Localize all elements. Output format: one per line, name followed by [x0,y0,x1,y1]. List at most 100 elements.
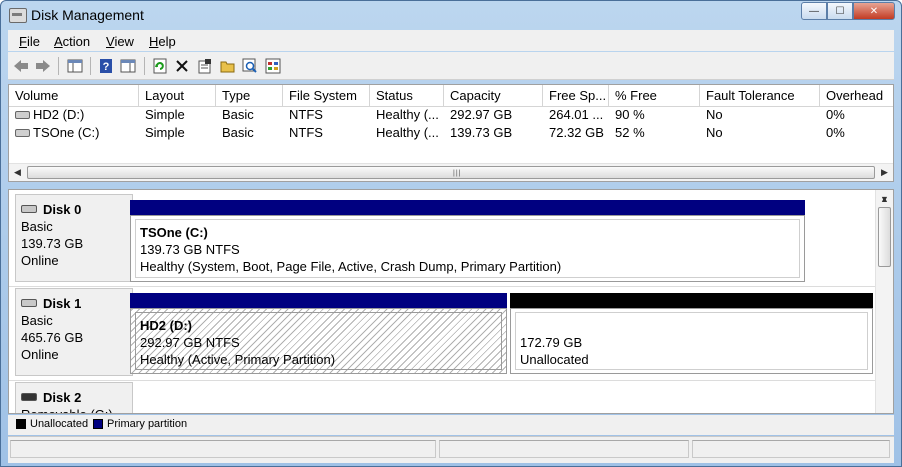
close-button[interactable]: ✕ [853,2,895,20]
legend: Unallocated Primary partition [8,415,894,435]
horizontal-scroll-thumb[interactable]: ||| [27,166,875,179]
column-header-percent-free[interactable]: % Free [609,85,700,106]
show-hide-console-tree-icon [67,59,83,73]
partition-size: 292.97 GB NTFS [140,335,240,350]
disk-size: 139.73 GB [21,236,84,251]
menu-file[interactable]: File [19,34,40,49]
overhead-cell: 0% [826,107,845,122]
title-bar[interactable]: Disk Management — ☐ ✕ [1,1,901,29]
disk-state: Online [21,253,59,268]
layout-cell: Simple [145,107,185,122]
properties-pane-button[interactable] [119,57,137,75]
menu-file-accel: F [19,34,27,49]
disk-type: Basic [21,313,53,328]
disk-icon [21,204,37,213]
scroll-right-icon: ▶ [881,167,888,177]
file-system-cell: NTFS [289,125,323,140]
volume-cell: HD2 (D:) [9,106,139,124]
partition-size: 139.73 GB NTFS [140,242,240,257]
legend-swatch-unallocated [16,419,26,429]
svg-text:?: ? [103,61,110,73]
partition-status: Unallocated [520,352,589,367]
status-section [10,440,436,458]
toolbar: ? [8,52,894,80]
partition-content: TSOne (C:) 139.73 GB NTFS Healthy (Syste… [135,219,800,278]
column-header-overhead[interactable]: Overhead [820,85,893,106]
scroll-down-icon: ▼ [880,193,889,204]
type-cell: Basic [222,125,254,140]
horizontal-scrollbar[interactable]: ◀ ||| ▶ [9,163,893,181]
percent-free-cell: 90 % [615,107,645,122]
disk-name: Disk 2 [21,389,132,406]
properties-icon [198,59,211,74]
disk-2-label[interactable]: Disk 2 Removable (G:) [15,382,133,413]
partition-tsone-c[interactable]: TSOne (C:) 139.73 GB NTFS Healthy (Syste… [130,215,805,282]
help-button[interactable]: ? [97,57,115,75]
volume-list-header: Volume Layout Type File System Status Ca… [9,85,893,107]
partition-color-bar-unallocated [510,293,873,308]
scroll-right-button[interactable]: ▶ [876,164,893,181]
partition-unallocated[interactable]: 172.79 GB Unallocated [510,308,873,374]
maximize-icon: ☐ [835,5,845,17]
settings-button[interactable] [264,57,282,75]
table-row[interactable]: TSOne (C:) Simple Basic NTFS Healthy (..… [9,124,893,142]
minimize-button[interactable]: — [801,2,827,20]
legend-unallocated: Unallocated [16,418,88,430]
legend-label: Primary partition [107,418,188,430]
removable-disk-icon [21,392,37,401]
properties-button[interactable] [196,57,214,75]
partition-hd2-d[interactable]: HD2 (D:) 292.97 GB NTFS Healthy (Active,… [130,308,507,374]
scroll-left-button[interactable]: ◀ [9,164,26,181]
disk-0-label[interactable]: Disk 0 Basic 139.73 GB Online [15,194,133,282]
maximize-button[interactable]: ☐ [827,2,853,20]
disk-name: Disk 1 [21,295,132,312]
show-hide-console-tree-button[interactable] [66,57,84,75]
disk-type: Removable (G:) [21,406,132,413]
search-icon [242,58,257,73]
scroll-down-button[interactable]: ▼ [876,190,893,207]
fault-tolerance-cell: No [706,125,723,140]
menu-view[interactable]: View [106,34,134,49]
menu-help[interactable]: Help [149,34,176,49]
status-cell: Healthy (... [376,125,439,140]
close-icon: ✕ [869,5,879,17]
minimize-icon: — [809,5,819,17]
vertical-scrollbar[interactable]: ▲ ▼ [875,190,893,413]
column-header-file-system[interactable]: File System [283,85,370,106]
drive-icon [15,128,30,137]
forward-button[interactable] [34,57,52,75]
scroll-left-icon: ◀ [14,167,21,177]
disk-type: Basic [21,219,53,234]
menu-bar: File Action View Help [8,30,894,51]
column-header-status[interactable]: Status [370,85,444,106]
table-row[interactable]: HD2 (D:) Simple Basic NTFS Healthy (... … [9,106,893,124]
disk-1-label[interactable]: Disk 1 Basic 465.76 GB Online [15,288,133,376]
column-header-volume[interactable]: Volume [9,85,139,106]
search-button[interactable] [241,57,259,75]
help-icon: ? [100,59,112,73]
capacity-cell: 292.97 GB [450,107,513,122]
menu-action-rest: ction [62,34,91,49]
disk-graphical-pane: Disk 0 Basic 139.73 GB Online TSOne (C:)… [8,189,894,414]
disk-icon [21,298,37,307]
vertical-scroll-thumb[interactable] [878,207,891,267]
column-header-capacity[interactable]: Capacity [444,85,543,106]
delete-button[interactable] [173,57,191,75]
column-header-type[interactable]: Type [216,85,283,106]
settings-icon [265,58,281,74]
percent-free-cell: 52 % [615,125,645,140]
column-header-layout[interactable]: Layout [139,85,216,106]
status-section [439,440,689,458]
column-header-fault-tolerance[interactable]: Fault Tolerance [700,85,820,106]
legend-label: Unallocated [30,418,89,430]
status-bar [8,436,894,463]
free-space-cell: 72.32 GB [549,125,604,140]
menu-action[interactable]: Action [54,34,90,49]
open-button[interactable] [219,57,237,75]
legend-primary-partition: Primary partition [93,418,187,430]
back-button[interactable] [12,57,30,75]
menu-action-accel: A [54,34,63,49]
grip-icon: ||| [453,170,462,177]
column-header-free-space[interactable]: Free Sp... [543,85,609,106]
refresh-button[interactable] [151,57,169,75]
